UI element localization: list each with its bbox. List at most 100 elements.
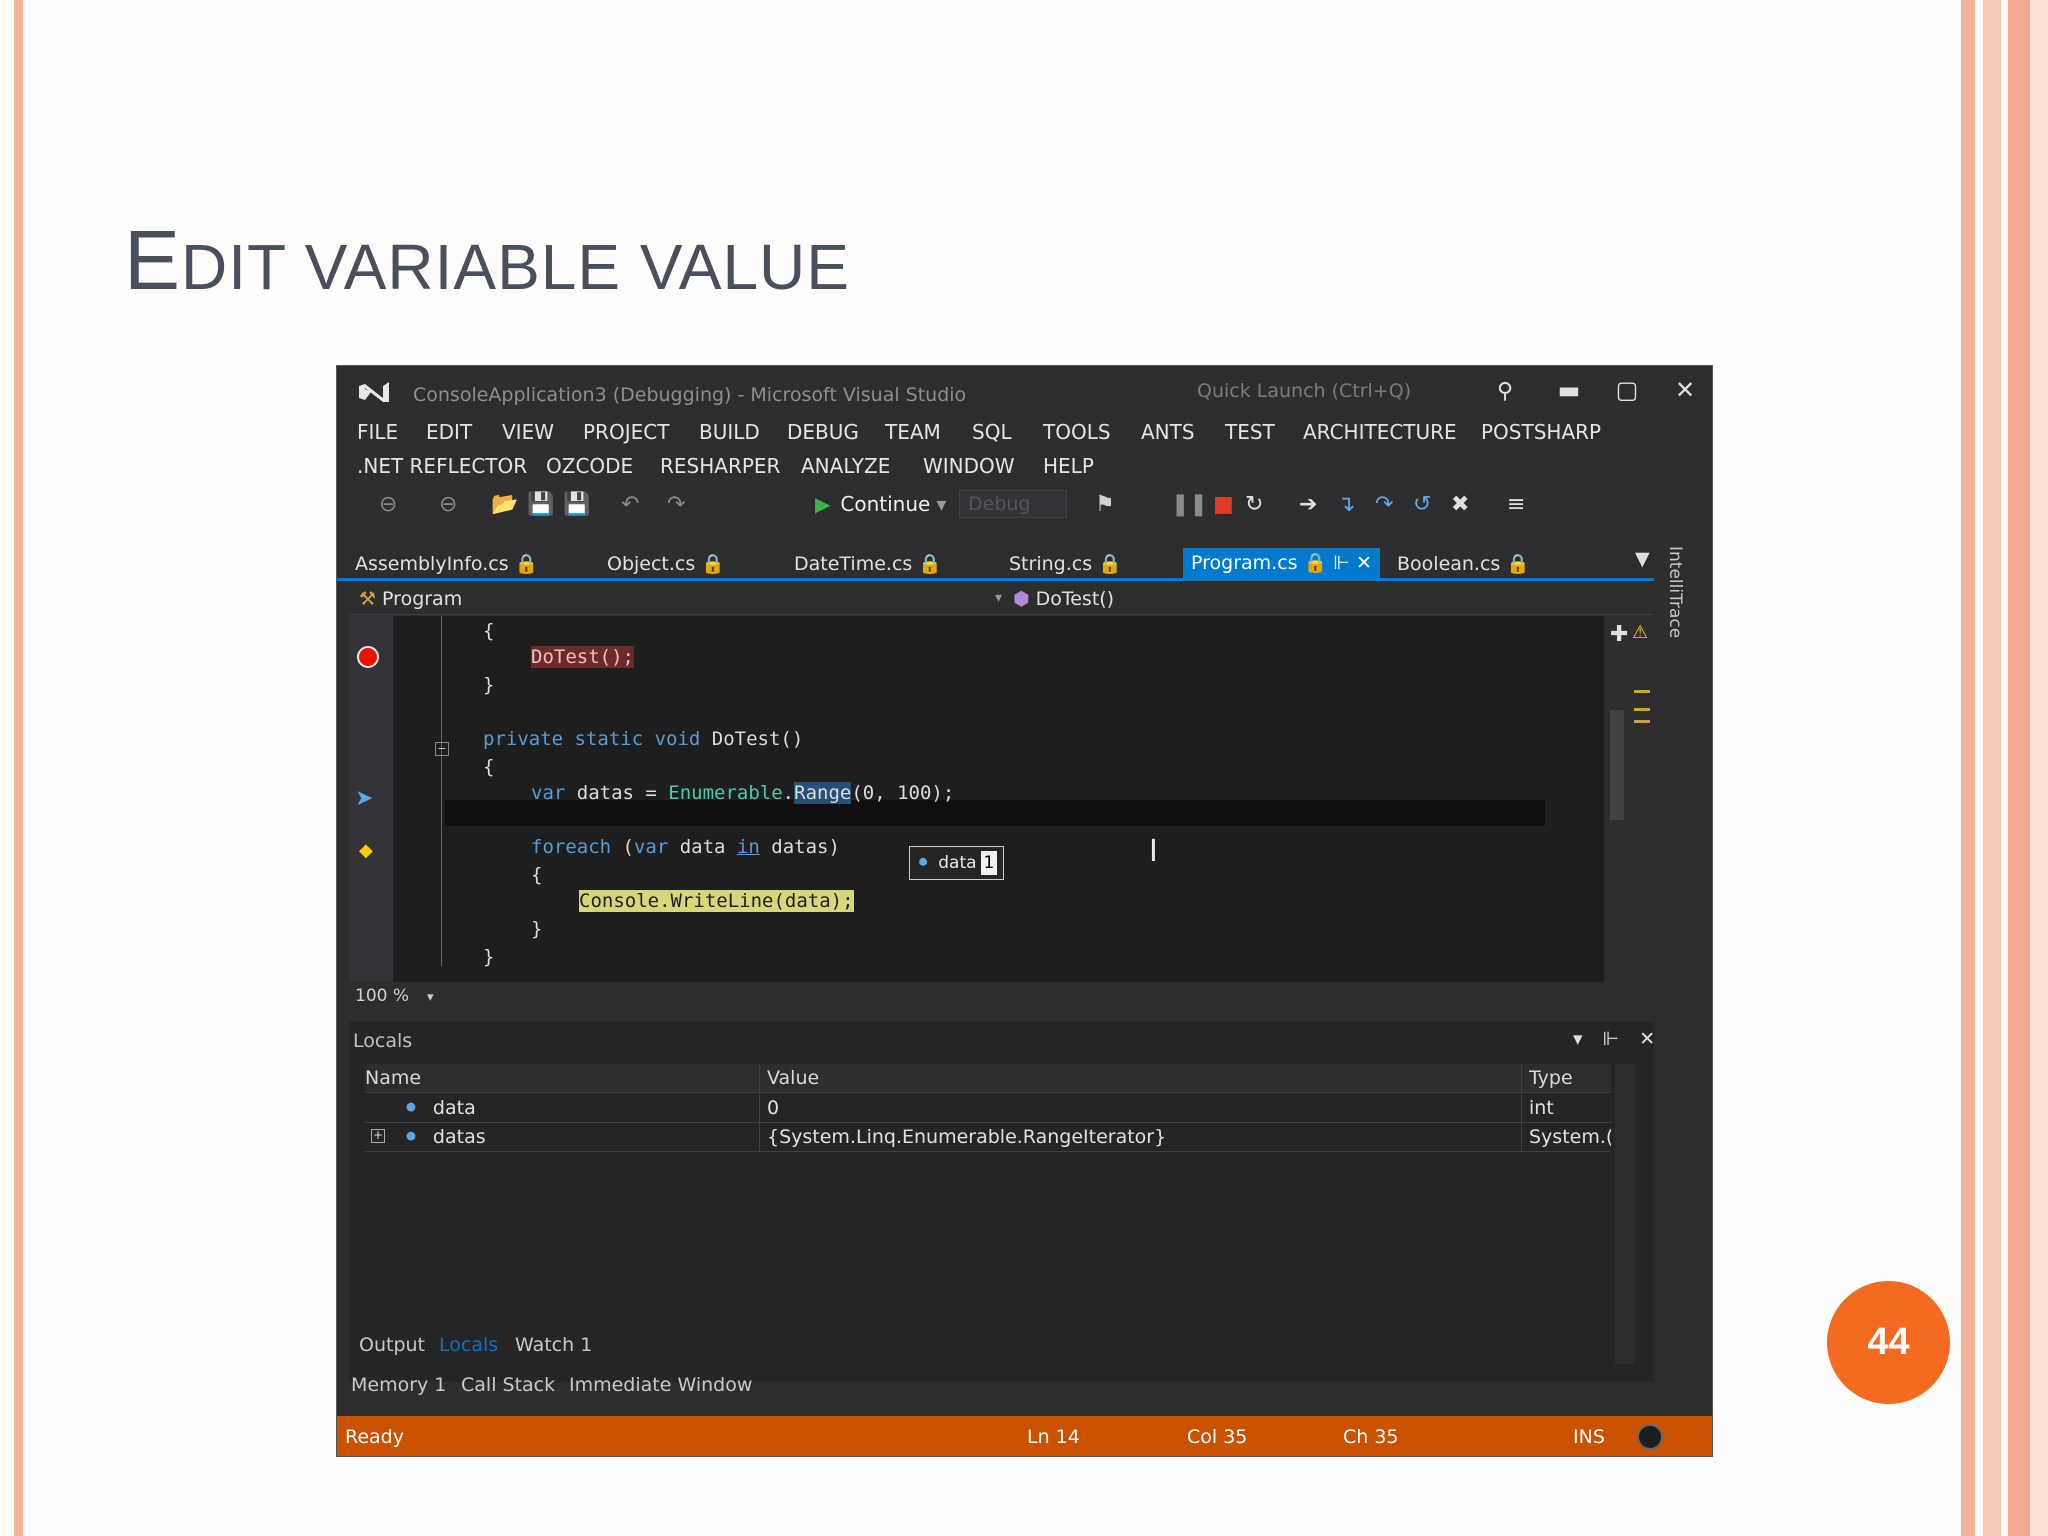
scrollbar-thumb[interactable] bbox=[1610, 710, 1624, 820]
open-file-icon[interactable]: 📂 bbox=[491, 492, 518, 517]
menu-view[interactable]: VIEW bbox=[502, 420, 554, 444]
member-dropdown[interactable]: ⬢ DoTest() bbox=[1013, 588, 1114, 610]
table-row[interactable]: + ⚫ datas {System.Linq.Enumerable.RangeIt… bbox=[365, 1123, 1611, 1152]
collapse-icon[interactable]: − bbox=[435, 742, 449, 756]
breakpoint-statement: DoTest(); bbox=[531, 646, 634, 668]
continue-button[interactable]: ▶ Continue ▾ bbox=[815, 492, 946, 516]
menu-window[interactable]: WINDOW bbox=[923, 454, 1015, 478]
save-all-icon[interactable]: 💾 bbox=[563, 492, 590, 517]
overview-mark bbox=[1634, 720, 1650, 723]
lock-icon: 🔒 bbox=[1506, 553, 1531, 575]
menu-resharper[interactable]: RESHARPER bbox=[660, 454, 780, 478]
column-separator bbox=[1521, 1123, 1522, 1151]
intellitrace-side-tab[interactable]: IntelliTrace bbox=[1665, 546, 1689, 656]
solution-config-select[interactable]: Debug bbox=[959, 490, 1067, 518]
forward-icon[interactable]: ⊖ bbox=[439, 492, 457, 517]
menu-team[interactable]: TEAM bbox=[885, 420, 941, 444]
expand-icon[interactable]: + bbox=[371, 1129, 385, 1143]
local-value[interactable]: 0 bbox=[767, 1097, 779, 1119]
window-menu-icon[interactable]: ▾ bbox=[1573, 1028, 1583, 1050]
table-row[interactable]: ⚫ data 0 int bbox=[365, 1094, 1611, 1123]
menu-net-reflector[interactable]: .NET REFLECTOR bbox=[357, 454, 527, 478]
show-next-statement-icon[interactable]: ➔ bbox=[1299, 492, 1317, 517]
tab-string[interactable]: String.cs 🔒 bbox=[1009, 552, 1122, 575]
slide-title-initial: E bbox=[124, 213, 182, 307]
lock-icon: 🔒 bbox=[1098, 553, 1122, 575]
close-icon[interactable]: ✕ bbox=[1639, 1028, 1655, 1050]
lock-icon: 🔒 bbox=[918, 553, 943, 575]
editor-scrollbar[interactable]: ✚ ⚠ bbox=[1604, 616, 1654, 982]
code-editor[interactable]: ➤ ◆ − { DoTest(); } private static void … bbox=[349, 616, 1616, 982]
pause-icon[interactable]: ❚❚ bbox=[1171, 492, 1208, 517]
menu-test[interactable]: TEST bbox=[1225, 420, 1275, 444]
current-statement: Console.WriteLine(data); bbox=[579, 890, 854, 912]
tab-watch-1[interactable]: Watch 1 bbox=[515, 1334, 592, 1356]
member-dropdown-value: DoTest() bbox=[1035, 588, 1115, 610]
maximize-button[interactable]: ▢ bbox=[1613, 376, 1641, 404]
datatip-value-input[interactable]: 1 bbox=[980, 851, 998, 875]
window-title: ConsoleApplication3 (Debugging) - Micros… bbox=[413, 384, 967, 406]
menu-project[interactable]: PROJECT bbox=[583, 420, 669, 444]
column-header-type[interactable]: Type bbox=[1529, 1067, 1573, 1089]
minimize-button[interactable]: ▬ bbox=[1555, 376, 1583, 404]
exception-settings-icon[interactable]: ⚑ bbox=[1095, 492, 1115, 517]
column-header-value[interactable]: Value bbox=[767, 1067, 819, 1089]
menu-build[interactable]: BUILD bbox=[699, 420, 760, 444]
step-over-icon[interactable]: ↷ bbox=[1375, 492, 1393, 517]
menu-help[interactable]: HELP bbox=[1043, 454, 1094, 478]
search-icon[interactable]: ⚲ bbox=[1497, 379, 1513, 404]
type-dropdown-value: Program bbox=[382, 588, 463, 610]
undo-icon[interactable]: ↶ bbox=[621, 492, 639, 517]
menu-ants[interactable]: ANTS bbox=[1141, 420, 1195, 444]
close-button[interactable]: ✕ bbox=[1671, 376, 1699, 404]
menu-analyze[interactable]: ANALYZE bbox=[801, 454, 890, 478]
quick-launch-input[interactable]: Quick Launch (Ctrl+Q) bbox=[1197, 380, 1497, 406]
tab-locals[interactable]: Locals bbox=[439, 1334, 498, 1356]
close-tab-icon[interactable]: ✕ bbox=[1356, 552, 1372, 574]
tab-boolean[interactable]: Boolean.cs 🔒 bbox=[1397, 552, 1530, 575]
tab-program[interactable]: Program.cs 🔒 ⊩ ✕ bbox=[1183, 548, 1380, 578]
chevron-down-icon[interactable]: ▾ bbox=[995, 590, 1002, 606]
type-dropdown[interactable]: ⚒ Program bbox=[359, 588, 462, 610]
continue-label: Continue bbox=[840, 492, 931, 516]
menu-edit[interactable]: EDIT bbox=[426, 420, 472, 444]
notification-icon[interactable] bbox=[1637, 1424, 1663, 1450]
local-value[interactable]: {System.Linq.Enumerable.RangeIterator} bbox=[767, 1126, 1166, 1148]
redo-icon[interactable]: ↷ bbox=[667, 492, 685, 517]
save-icon[interactable]: 💾 bbox=[527, 492, 554, 517]
menu-debug[interactable]: DEBUG bbox=[787, 420, 859, 444]
datatip: ⚫ data 1 bbox=[909, 846, 1005, 880]
tab-datetime[interactable]: DateTime.cs 🔒 bbox=[794, 552, 942, 575]
tab-memory-1[interactable]: Memory 1 bbox=[351, 1374, 446, 1396]
back-icon[interactable]: ⊖ bbox=[379, 492, 397, 517]
menu-architecture[interactable]: ARCHITECTURE bbox=[1303, 420, 1457, 444]
menu-sql[interactable]: SQL bbox=[972, 420, 1012, 444]
tab-immediate-window[interactable]: Immediate Window bbox=[569, 1374, 752, 1396]
zoom-select[interactable]: 100 % ▾ bbox=[355, 986, 434, 1006]
menu-postsharp[interactable]: POSTSHARP bbox=[1481, 420, 1601, 444]
split-icon[interactable]: ✚ bbox=[1610, 622, 1628, 647]
menu-tools[interactable]: TOOLS bbox=[1043, 420, 1111, 444]
visual-studio-window: ConsoleApplication3 (Debugging) - Micros… bbox=[336, 365, 1713, 1457]
stop-icon[interactable]: ■ bbox=[1213, 492, 1234, 517]
menu-file[interactable]: FILE bbox=[357, 420, 398, 444]
tab-overflow-icon[interactable]: ▼ bbox=[1635, 548, 1650, 570]
tab-output[interactable]: Output bbox=[359, 1334, 425, 1356]
status-char: Ch 35 bbox=[1343, 1426, 1399, 1448]
tab-object[interactable]: Object.cs 🔒 bbox=[607, 552, 725, 575]
step-out-icon[interactable]: ↺ bbox=[1413, 492, 1431, 517]
navigation-bar: ⚒ Program ▾ ⬢ DoTest() bbox=[349, 584, 1654, 615]
column-header-name[interactable]: Name bbox=[365, 1067, 421, 1089]
tab-call-stack[interactable]: Call Stack bbox=[461, 1374, 555, 1396]
breakpoint-icon[interactable] bbox=[357, 646, 379, 668]
menu-ozcode[interactable]: OZCODE bbox=[546, 454, 633, 478]
tab-assemblyinfo[interactable]: AssemblyInfo.cs 🔒 bbox=[355, 552, 538, 575]
step-into-icon[interactable]: ↴ bbox=[1337, 492, 1355, 517]
slide-title-rest: DIT VARIABLE VALUE bbox=[181, 231, 850, 303]
thread-icon[interactable]: ≡ bbox=[1507, 492, 1525, 517]
hex-display-icon[interactable]: ✖ bbox=[1451, 492, 1469, 517]
restart-icon[interactable]: ↻ bbox=[1245, 492, 1263, 517]
pin-icon[interactable]: ⊩ bbox=[1333, 552, 1350, 574]
pin-icon[interactable]: ⊩ bbox=[1603, 1028, 1620, 1050]
locals-scrollbar[interactable] bbox=[1615, 1064, 1635, 1364]
